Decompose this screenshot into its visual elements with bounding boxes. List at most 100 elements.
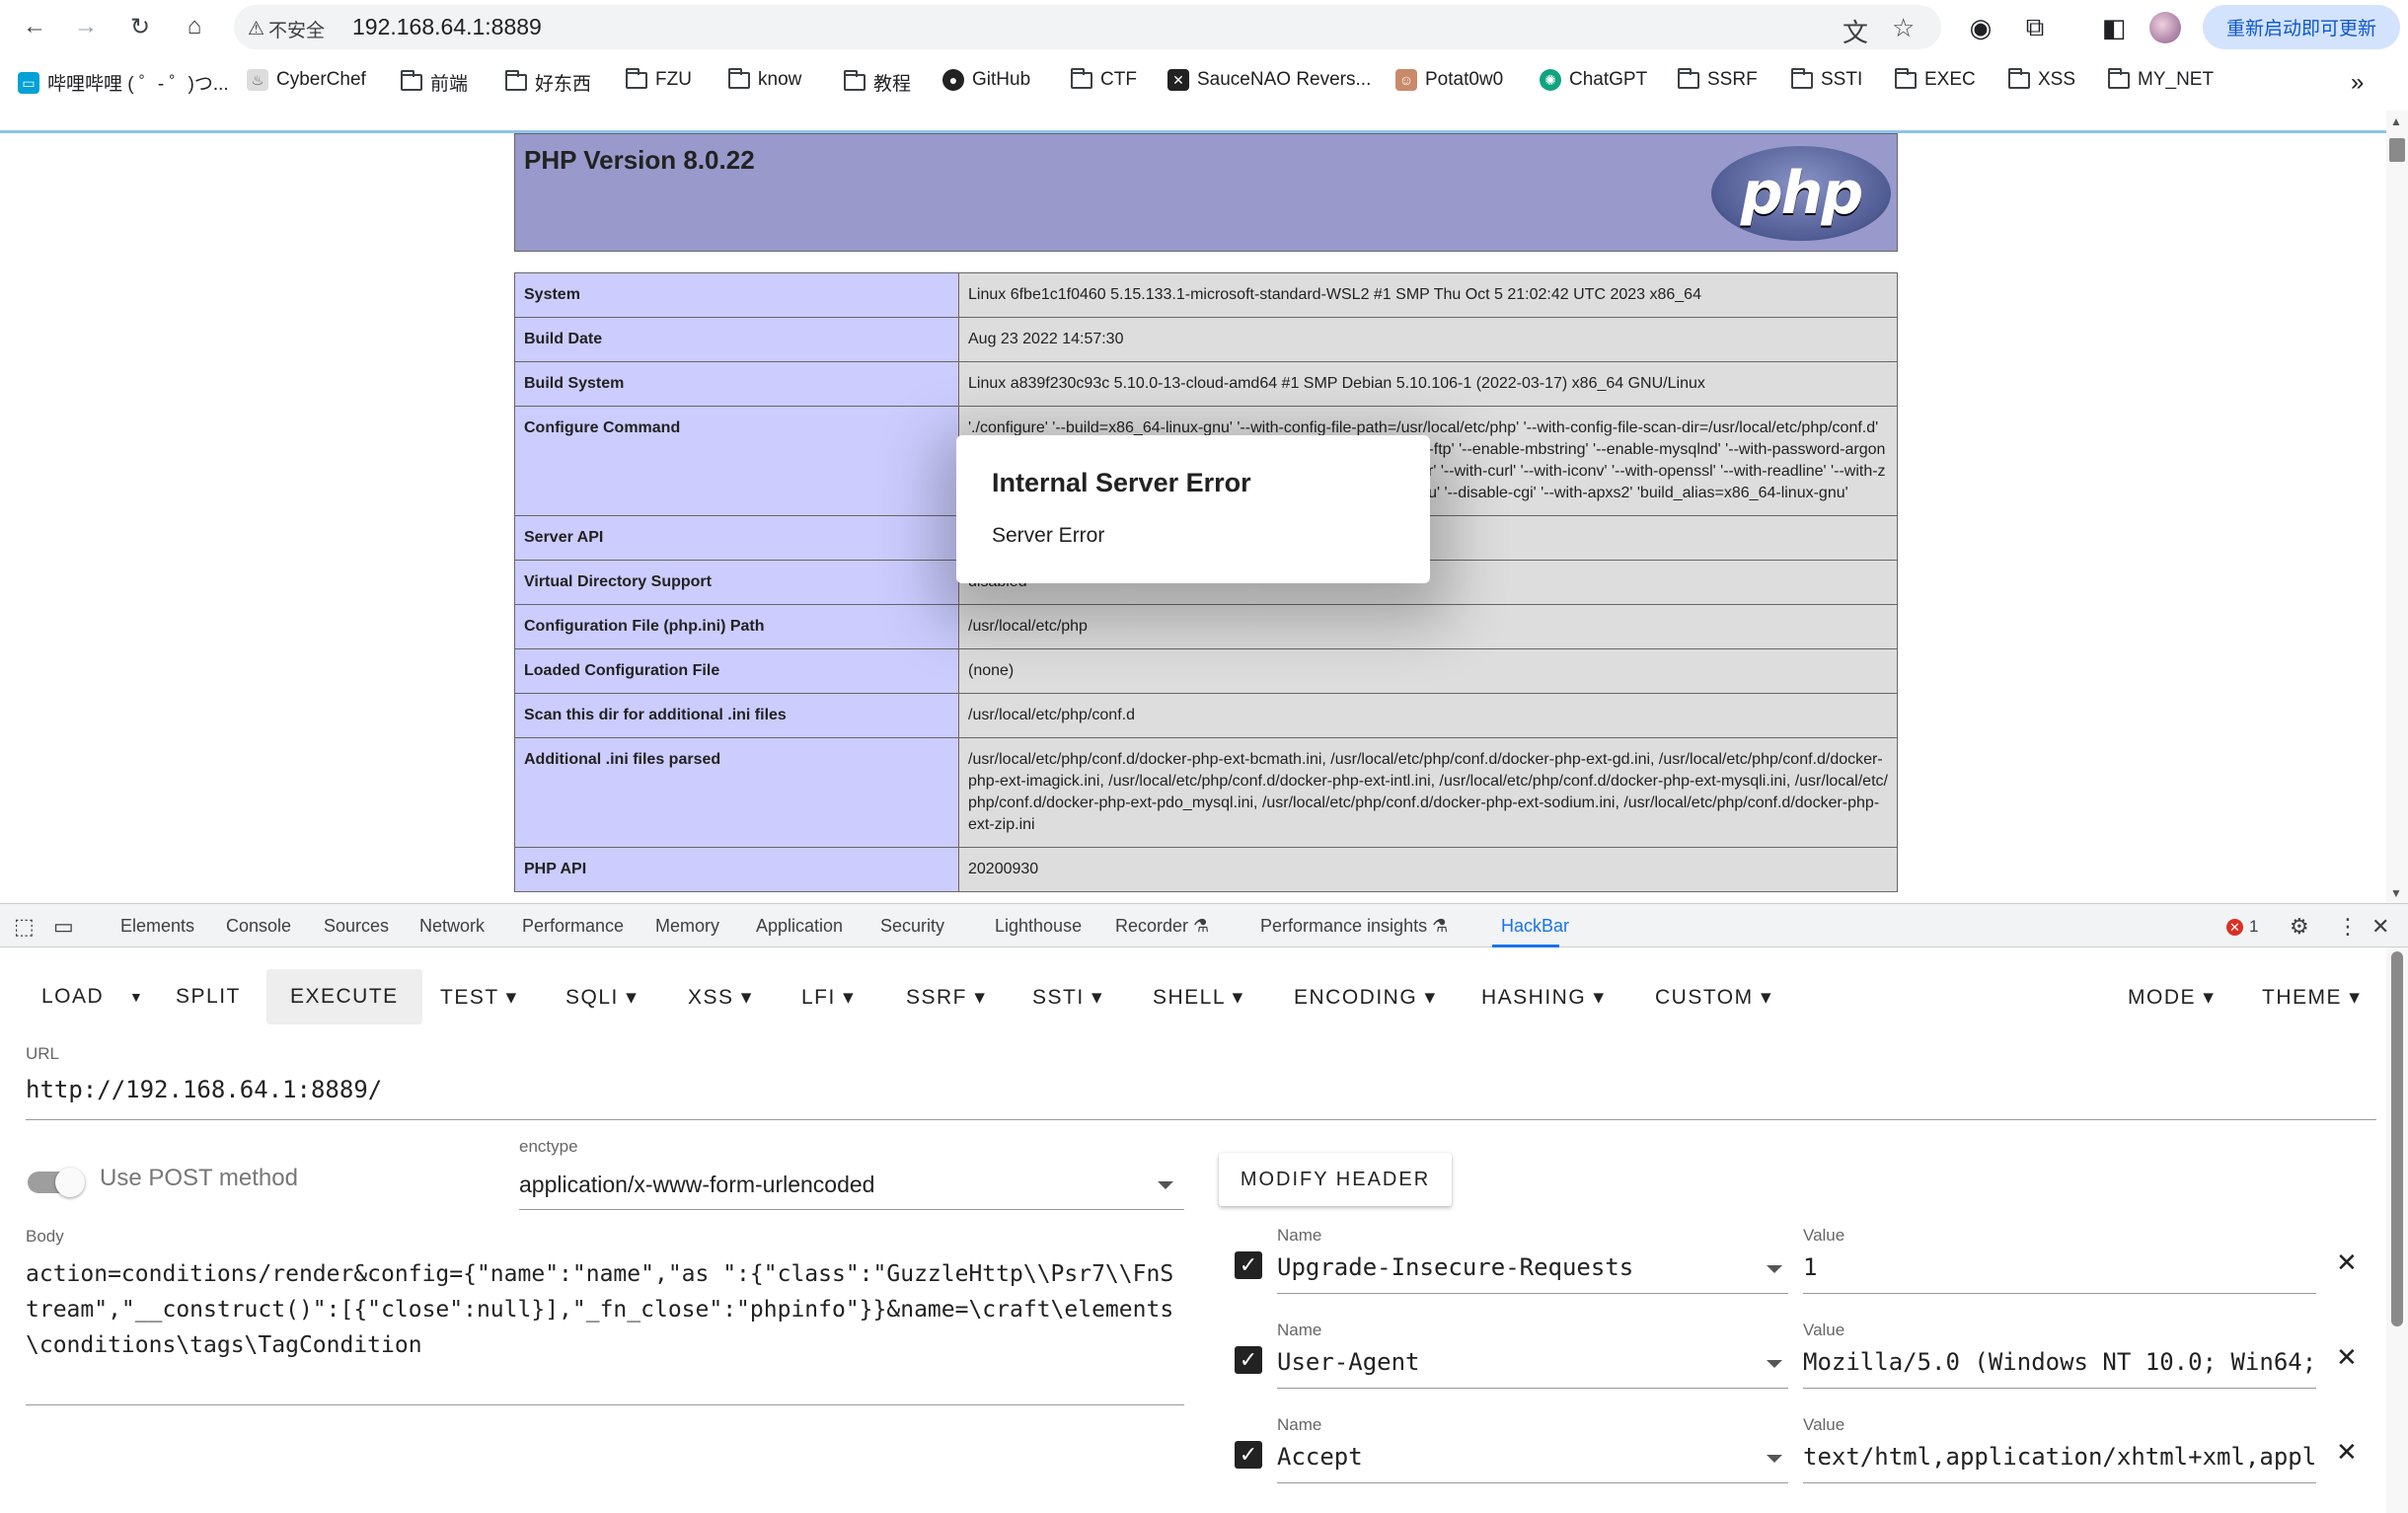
bookmark-github[interactable]: ● GitHub [942, 69, 1030, 91]
load-dropdown-icon[interactable]: ▼ [129, 969, 144, 1024]
execute-button[interactable]: EXECUTE [266, 969, 422, 1024]
back-arrow-icon[interactable]: ← [18, 10, 51, 43]
bookmark-folder-exec[interactable]: EXEC [1895, 67, 1976, 91]
modify-header-button[interactable]: MODIFY HEADER [1219, 1153, 1452, 1206]
reload-icon[interactable]: ↻ [123, 10, 157, 43]
home-icon[interactable]: ⌂ [178, 10, 211, 43]
close-devtools-icon[interactable]: ✕ [2371, 914, 2389, 940]
bookmark-chatgpt[interactable]: ✺ ChatGPT [1540, 69, 1647, 91]
side-panel-icon[interactable]: ◧ [2095, 9, 2133, 46]
scroll-up-icon[interactable]: ▲ [2390, 114, 2402, 128]
ssrf-menu[interactable]: SSRF ▾ [906, 969, 986, 1024]
bookmark-folder-xss[interactable]: XSS [2008, 67, 2075, 91]
xss-menu[interactable]: XSS ▾ [688, 969, 753, 1024]
tab-recorder[interactable]: Recorder ⚗ [1115, 916, 1209, 937]
address-text[interactable]: 192.168.64.1:8889 [352, 14, 542, 40]
bookmark-potat0w0[interactable]: ☺ Potat0w0 [1395, 69, 1503, 91]
enctype-select[interactable]: application/x-www-form-urlencoded [519, 1172, 874, 1198]
header-name-input[interactable]: Upgrade-Insecure-Requests [1277, 1253, 1633, 1281]
sqli-menu[interactable]: SQLI ▾ [565, 969, 638, 1024]
shell-menu[interactable]: SHELL ▾ [1153, 969, 1244, 1024]
header-enabled-checkbox[interactable]: ✓ [1235, 1251, 1262, 1279]
bookmark-saucenao[interactable]: ✕ SauceNAO Revers... [1167, 69, 1371, 91]
mode-menu[interactable]: MODE ▾ [2128, 969, 2215, 1024]
chevron-down-icon[interactable] [1158, 1181, 1173, 1189]
chevron-down-icon[interactable] [1767, 1360, 1782, 1368]
bookmarks-overflow-icon[interactable]: » [2351, 69, 2364, 97]
header-enabled-checkbox[interactable]: ✓ [1235, 1441, 1262, 1469]
bookmark-label: CTF [1100, 69, 1137, 90]
bookmark-folder-ssti[interactable]: SSTI [1791, 67, 1862, 91]
bookmark-folder-know[interactable]: know [728, 67, 801, 91]
record-icon[interactable]: ◉ [1962, 9, 1999, 46]
scrollbar-thumb[interactable] [2389, 138, 2405, 162]
tab-elements[interactable]: Elements [120, 916, 194, 937]
tab-console[interactable]: Console [226, 916, 291, 937]
remove-header-icon[interactable]: ✕ [2336, 1437, 2358, 1468]
header-value-input[interactable]: Mozilla/5.0 (Windows NT 10.0; Win64; x64… [1803, 1348, 2316, 1376]
bookmark-star-icon[interactable]: ☆ [1892, 13, 1915, 43]
bookmark-folder-goodstuff[interactable]: 好东西 [505, 69, 591, 96]
header-name-input[interactable]: Accept [1277, 1443, 1363, 1471]
split-button[interactable]: SPLIT [176, 969, 241, 1024]
hackbar-scrollbar[interactable] [2386, 947, 2408, 1513]
bookmark-folder-ssrf[interactable]: SSRF [1678, 67, 1758, 91]
settings-gear-icon[interactable]: ⚙ [2290, 914, 2309, 940]
bookmark-folder-mynet[interactable]: MY_NET [2108, 67, 2214, 91]
header-value-input[interactable]: 1 [1803, 1253, 2316, 1281]
theme-menu[interactable]: THEME ▾ [2262, 969, 2361, 1024]
remove-header-icon[interactable]: ✕ [2336, 1342, 2358, 1373]
tab-security[interactable]: Security [880, 916, 944, 937]
header-enabled-checkbox[interactable]: ✓ [1235, 1346, 1262, 1374]
body-textarea[interactable]: action=conditions/render&config={"name":… [26, 1256, 1186, 1363]
bookmark-folder-fzu[interactable]: FZU [626, 67, 692, 91]
address-bar[interactable]: ⚠ 不安全 192.168.64.1:8889 文 ☆ [234, 5, 1941, 49]
chevron-down-icon[interactable] [1767, 1455, 1782, 1463]
custom-menu[interactable]: CUSTOM ▾ [1655, 969, 1772, 1024]
tab-performance[interactable]: Performance [522, 916, 624, 937]
url-underline [26, 1119, 2376, 1120]
bookmark-folder-tutorial[interactable]: 教程 [844, 69, 911, 96]
load-button[interactable]: LOAD [41, 969, 104, 1024]
header-value-label: Value [1803, 1226, 1845, 1245]
tab-performance-insights[interactable]: Performance insights ⚗ [1260, 916, 1448, 937]
page-scrollbar[interactable]: ▲ ▼ [2386, 111, 2408, 903]
scroll-down-icon[interactable]: ▼ [2390, 886, 2402, 900]
test-menu[interactable]: TEST ▾ [440, 969, 518, 1024]
chevron-down-icon[interactable] [1767, 1265, 1782, 1273]
bookmark-bilibili[interactable]: ▭ 哔哩哔哩 ( ゜- ゜)つ... [18, 69, 229, 96]
insecure-badge[interactable]: ⚠ 不安全 [248, 16, 325, 42]
inspect-element-icon[interactable]: ⬚ [14, 914, 35, 940]
extensions-icon[interactable]: ⧉ [2016, 9, 2054, 46]
tab-application[interactable]: Application [756, 916, 843, 937]
remove-header-icon[interactable]: ✕ [2336, 1248, 2358, 1278]
tab-memory[interactable]: Memory [655, 916, 719, 937]
tab-hackbar[interactable]: HackBar [1501, 916, 1569, 937]
profile-avatar[interactable] [2149, 12, 2181, 43]
scrollbar-thumb[interactable] [2391, 951, 2403, 1326]
tab-lighthouse[interactable]: Lighthouse [995, 916, 1082, 937]
post-method-toggle[interactable] [28, 1168, 85, 1197]
header-name-input[interactable]: User-Agent [1277, 1348, 1420, 1376]
encoding-menu[interactable]: ENCODING ▾ [1294, 969, 1437, 1024]
header-value-input[interactable]: text/html,application/xhtml+xml,applicat… [1803, 1443, 2316, 1471]
url-input[interactable]: http://192.168.64.1:8889/ [26, 1076, 382, 1103]
translate-icon[interactable]: 文 [1843, 13, 1868, 49]
header-name-label: Name [1277, 1226, 1322, 1245]
tab-sources[interactable]: Sources [324, 916, 389, 937]
bookmark-cyberchef[interactable]: ♨ CyberChef [247, 69, 366, 91]
folder-icon [626, 67, 647, 89]
lfi-menu[interactable]: LFI ▾ [801, 969, 855, 1024]
header-name-label: Name [1277, 1321, 1322, 1339]
forward-arrow-icon[interactable]: → [69, 10, 103, 43]
device-toolbar-icon[interactable]: ▭ [53, 914, 74, 940]
hashing-menu[interactable]: HASHING ▾ [1481, 969, 1606, 1024]
tab-network[interactable]: Network [419, 916, 485, 937]
error-count-badge[interactable]: ✕ 1 [2226, 917, 2258, 937]
bookmark-folder-ctf[interactable]: CTF [1071, 67, 1137, 91]
more-options-icon[interactable]: ⋮ [2337, 914, 2359, 940]
php-version-title: PHP Version 8.0.22 [524, 145, 755, 175]
bookmark-folder-frontend[interactable]: 前端 [401, 69, 468, 96]
update-button[interactable]: 重新启动即可更新 [2203, 5, 2400, 49]
ssti-menu[interactable]: SSTI ▾ [1032, 969, 1103, 1024]
